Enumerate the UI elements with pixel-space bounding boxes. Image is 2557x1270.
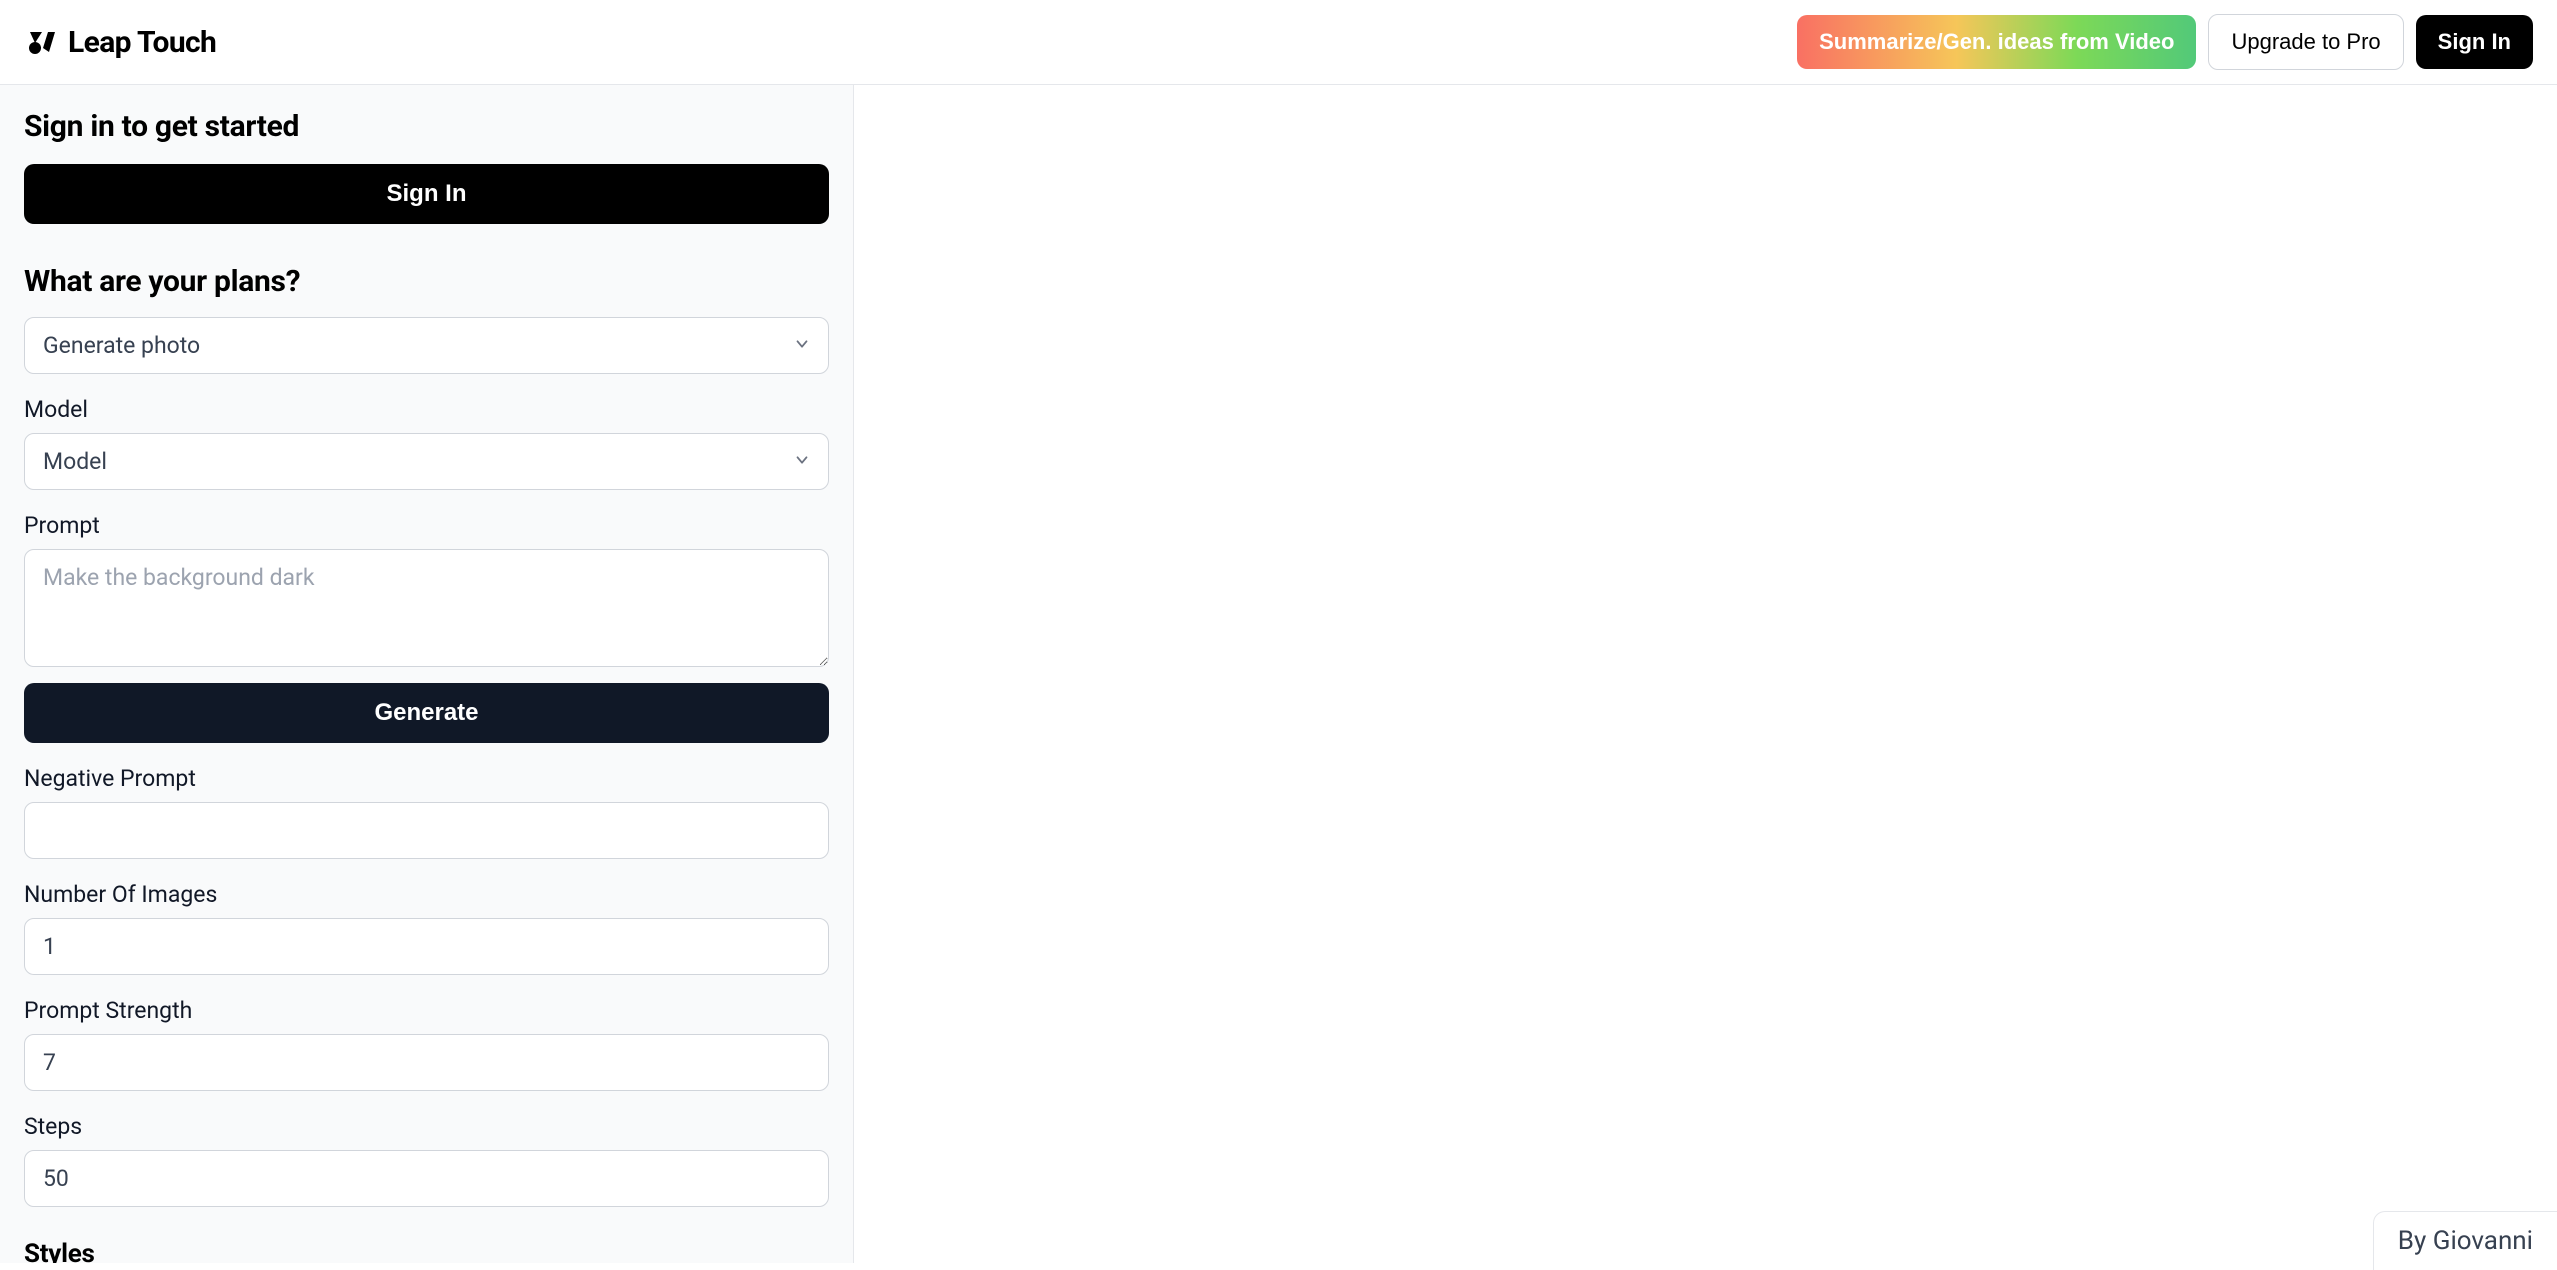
signin-block: Sign in to get started Sign In (24, 109, 829, 224)
model-label: Model (24, 396, 829, 423)
negative-prompt-input[interactable] (24, 802, 829, 859)
prompt-strength-label: Prompt Strength (24, 997, 829, 1024)
prompt-strength-field: Prompt Strength (24, 997, 829, 1091)
prompt-strength-input[interactable] (24, 1034, 829, 1091)
sign-in-button[interactable]: Sign In (24, 164, 829, 224)
main-layout: Sign in to get started Sign In What are … (0, 85, 2557, 1263)
prompt-label: Prompt (24, 512, 829, 539)
negative-prompt-label: Negative Prompt (24, 765, 829, 792)
upgrade-pro-button[interactable]: Upgrade to Pro (2208, 14, 2403, 70)
signin-heading: Sign in to get started (24, 109, 829, 144)
header-actions: Summarize/Gen. ideas from Video Upgrade … (1797, 14, 2533, 70)
output-canvas (854, 85, 2557, 1263)
steps-field: Steps (24, 1113, 829, 1207)
sign-in-header-button[interactable]: Sign In (2416, 15, 2533, 69)
styles-heading: Styles (24, 1239, 829, 1263)
steps-input[interactable] (24, 1150, 829, 1207)
prompt-input[interactable] (24, 549, 829, 667)
plans-heading: What are your plans? (24, 264, 829, 299)
control-sidebar[interactable]: Sign in to get started Sign In What are … (0, 85, 854, 1263)
num-images-field: Number Of Images (24, 881, 829, 975)
brand-logo-icon (24, 26, 56, 58)
num-images-input[interactable] (24, 918, 829, 975)
app-header: Leap Touch Summarize/Gen. ideas from Vid… (0, 0, 2557, 85)
prompt-field: Prompt (24, 512, 829, 671)
brand: Leap Touch (24, 25, 216, 60)
summarize-video-button[interactable]: Summarize/Gen. ideas from Video (1797, 15, 2196, 69)
plans-block: What are your plans? Generate photo Mode… (24, 264, 829, 1263)
brand-name: Leap Touch (68, 25, 216, 60)
footer-credit: By Giovanni (2373, 1211, 2557, 1270)
steps-label: Steps (24, 1113, 829, 1140)
task-select-wrap: Generate photo (24, 317, 829, 374)
task-select[interactable]: Generate photo (24, 317, 829, 374)
model-select[interactable]: Model (24, 433, 829, 490)
model-field: Model Model (24, 396, 829, 490)
num-images-label: Number Of Images (24, 881, 829, 908)
generate-button[interactable]: Generate (24, 683, 829, 743)
model-select-wrap: Model (24, 433, 829, 490)
negative-prompt-field: Negative Prompt (24, 765, 829, 859)
